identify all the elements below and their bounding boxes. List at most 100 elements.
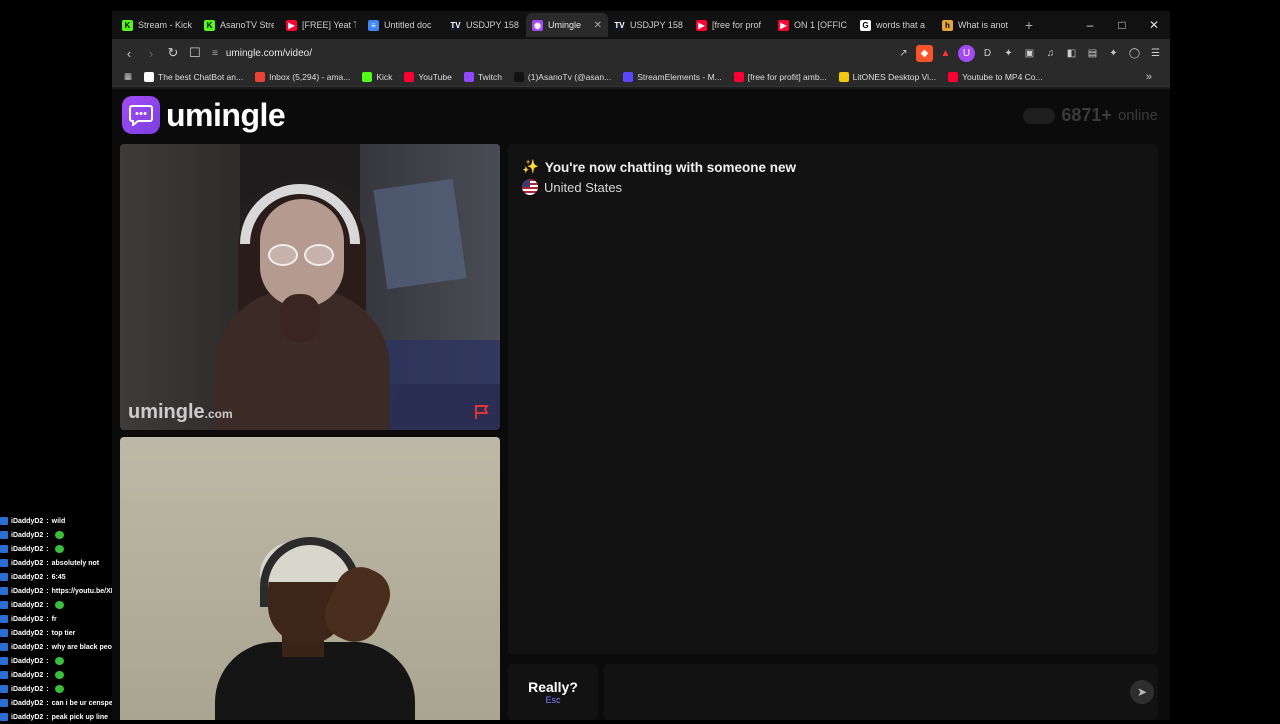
online-toggle[interactable]: [1023, 107, 1056, 124]
chat-status-message: ✨ You're now chatting with someone new: [522, 159, 796, 175]
bookmark-favicon-icon: [838, 71, 849, 82]
browser-tab[interactable]: ≡ Untitled doc: [362, 13, 444, 37]
bookmark-favicon-icon: [948, 71, 959, 82]
vpn-shield-icon[interactable]: ◯: [1126, 45, 1143, 62]
close-tab-icon[interactable]: ✕: [594, 20, 602, 31]
music-icon[interactable]: ♫: [1042, 45, 1059, 62]
extension-purple-icon[interactable]: U: [958, 44, 975, 62]
chat-badge-icon: [0, 545, 8, 553]
apps-icon[interactable]: ▦: [118, 71, 138, 82]
menu-icon[interactable]: ☰: [1147, 45, 1164, 62]
chat-badge-icon: [0, 587, 8, 595]
browser-window: K Stream - Kick K AsanoTV Stream ▶ [FREE] Yea…: [112, 11, 1170, 720]
bookmark-icon[interactable]: ☐: [184, 42, 206, 64]
reload-button[interactable]: ↻: [162, 42, 184, 64]
chat-username: iDaddyD2: [11, 601, 44, 609]
chat-separator: :: [46, 685, 49, 693]
sidebar-icon[interactable]: ◧: [1063, 45, 1080, 62]
close-window-button[interactable]: ✕: [1138, 11, 1170, 39]
chat-separator: :: [46, 559, 49, 567]
browser-tab[interactable]: K Stream - Kick: [116, 13, 198, 37]
chat-emote-icon: [54, 601, 64, 609]
extension-puzzle-icon[interactable]: ✦: [1000, 45, 1017, 62]
self-video: [120, 437, 500, 720]
browser-tab[interactable]: Gwords that a: [854, 13, 936, 37]
browser-tab[interactable]: TV USDJPY 158: [608, 13, 690, 37]
skip-label: Really?: [528, 679, 578, 695]
bookmark-label: Inbox (5,294) - ama...: [269, 71, 351, 82]
url-field[interactable]: ≡ umingle.com/video/: [212, 43, 832, 63]
extension-d-icon[interactable]: D: [979, 45, 996, 62]
browser-tab[interactable]: K AsanoTV Stream: [198, 13, 280, 37]
extension-box-icon[interactable]: ▣: [1021, 45, 1038, 62]
site-info-icon[interactable]: ≡: [212, 48, 218, 59]
chat-separator: :: [46, 671, 49, 679]
bookmark-label: YouTube: [418, 71, 452, 82]
bookmark-item[interactable]: YouTube: [398, 71, 457, 82]
bookmarks-overflow-button[interactable]: »: [1146, 71, 1164, 83]
bookmark-label: (1)AsanoTv (@asan...: [527, 71, 612, 82]
send-icon[interactable]: ➤: [1130, 680, 1154, 704]
chat-status-text: You're now chatting with someone new: [544, 159, 797, 175]
chat-separator: :: [46, 601, 49, 609]
chat-text: wild: [51, 517, 66, 525]
bookmark-item[interactable]: StreamElements - M...: [617, 71, 728, 82]
browser-tab[interactable]: ▶ [free for prof: [690, 13, 772, 37]
chat-separator: :: [46, 531, 49, 539]
tab-title: Umingle: [548, 20, 582, 30]
bookmark-item[interactable]: Youtube to MP4 Co...: [942, 71, 1049, 82]
chat-text: absolutely not: [51, 559, 100, 567]
bookmark-item[interactable]: (1)AsanoTv (@asan...: [508, 71, 617, 82]
bookmark-item[interactable]: LitONES Desktop Vi...: [833, 71, 942, 82]
leo-ai-icon[interactable]: ✦: [1105, 45, 1122, 62]
chat-badge-icon: [0, 685, 8, 693]
bookmark-item[interactable]: The best ChatBot an...: [138, 71, 249, 82]
chat-badge-icon: [0, 671, 8, 679]
chat-badge-icon: [0, 657, 8, 665]
new-tab-button[interactable]: +: [1018, 17, 1040, 33]
tab-title: AsanoTV Stream: [220, 20, 274, 30]
brand-name: umingle: [166, 96, 286, 133]
browser-tab[interactable]: TV USDJPY 158: [444, 13, 526, 37]
bookmark-item[interactable]: Kick: [356, 71, 398, 82]
share-icon[interactable]: ↗: [895, 45, 912, 62]
stream-canvas: iDaddyD2: wild iDaddyD2: iDaddyD2: iDaddyD2:…: [0, 0, 1280, 721]
bookmark-favicon-icon: [513, 71, 524, 82]
chat-badge-icon: [0, 699, 8, 707]
chat-badge-icon: [0, 559, 8, 567]
chat-badge-icon: [0, 643, 8, 651]
chat-username: iDaddyD2: [11, 657, 44, 665]
message-input[interactable]: [604, 664, 1158, 720]
bookmark-favicon-icon: [255, 71, 266, 82]
umingle-logo[interactable]: umingle: [122, 96, 286, 134]
report-flag-icon[interactable]: [474, 404, 492, 420]
brave-shields-icon[interactable]: ◆: [916, 44, 933, 62]
us-flag-icon: [522, 179, 538, 195]
extension-toolbar: ↗ ◆ ▲ U D ✦ ▣ ♫ ◧ ▤ ✦ ◯ ☰: [895, 44, 1164, 62]
tab-favicon-icon: K: [204, 19, 215, 31]
back-button[interactable]: ‹: [118, 42, 140, 64]
browser-tab[interactable]: ▶ ON 1 [OFFIC: [772, 13, 854, 37]
chat-text: peak pick up line: [51, 713, 109, 721]
bookmark-item[interactable]: Inbox (5,294) - ama...: [249, 71, 356, 82]
chat-badge-icon: [0, 629, 8, 637]
tab-strip: K Stream - Kick K AsanoTV Stream ▶ [FREE] Yea…: [112, 11, 1170, 39]
chat-emote-icon: [54, 657, 64, 665]
bookmark-item[interactable]: Twitch: [458, 71, 508, 82]
chat-text: 6:45: [51, 573, 66, 581]
bookmark-item[interactable]: [free for profit] amb...: [728, 71, 833, 82]
tab-title: [FREE] Yeat T: [302, 20, 356, 30]
browser-tab[interactable]: ▶ [FREE] Yeat T: [280, 13, 362, 37]
chat-emote-icon: [54, 685, 64, 693]
browser-tab[interactable]: h What is anot: [936, 13, 1018, 37]
maximize-button[interactable]: □: [1106, 11, 1138, 39]
video-watermark: umingle.com: [128, 401, 233, 423]
wallet-icon[interactable]: ▤: [1084, 45, 1101, 62]
chat-separator: :: [46, 573, 49, 581]
brave-rewards-icon[interactable]: ▲: [937, 45, 954, 62]
skip-button[interactable]: Really? Esc: [508, 664, 598, 720]
forward-button[interactable]: ›: [140, 42, 162, 64]
minimize-button[interactable]: –: [1074, 11, 1106, 39]
tab-favicon-icon: ▶: [696, 19, 707, 31]
browser-tab[interactable]: ◉ Umingle ✕: [526, 13, 608, 37]
